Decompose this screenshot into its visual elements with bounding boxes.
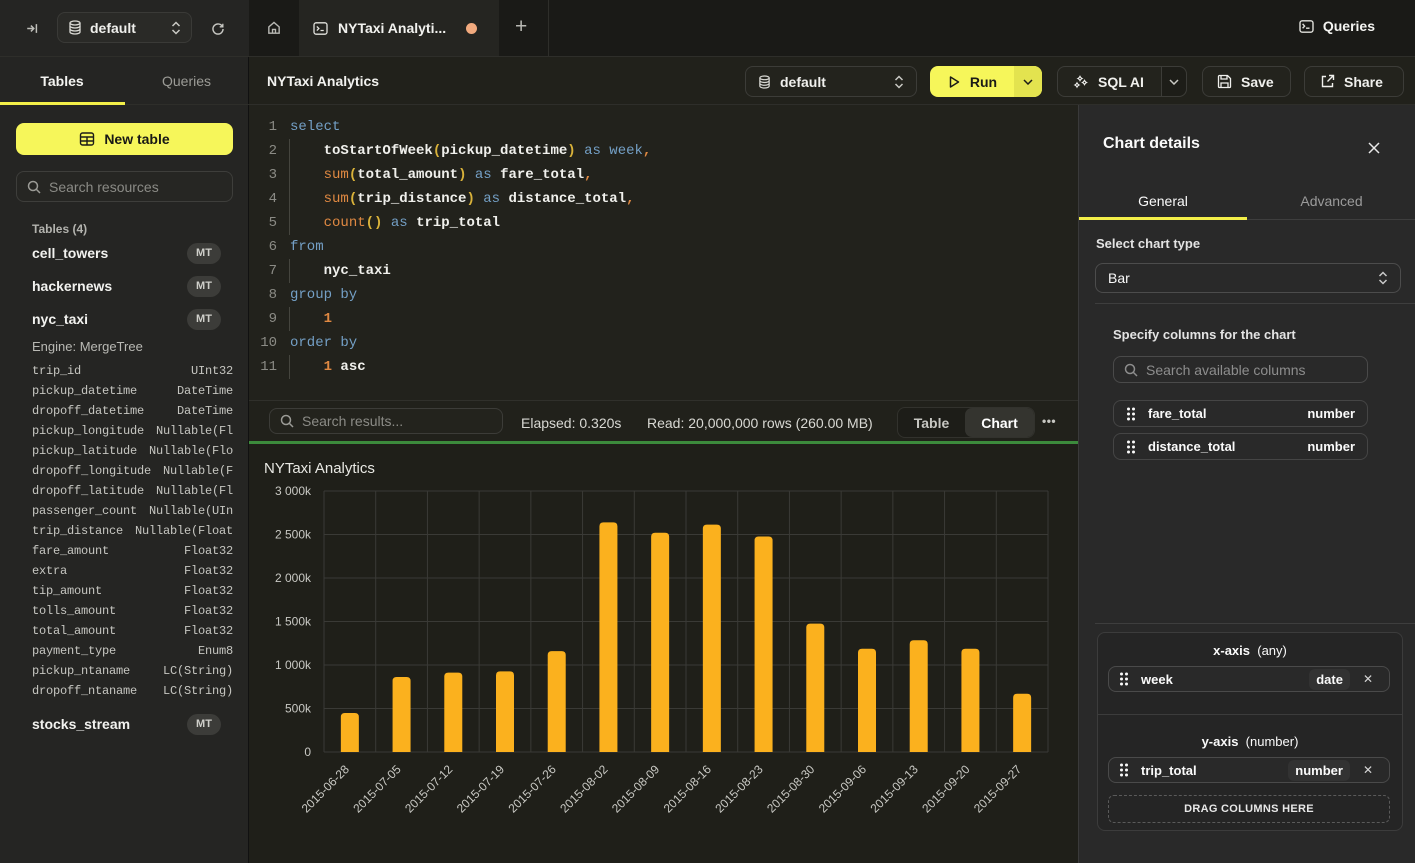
svg-text:2015-09-20: 2015-09-20: [919, 762, 973, 816]
svg-text:2015-07-26: 2015-07-26: [506, 762, 560, 816]
svg-text:1 500k: 1 500k: [275, 615, 312, 629]
svg-text:1 000k: 1 000k: [275, 658, 312, 672]
svg-text:2015-06-28: 2015-06-28: [299, 762, 353, 816]
svg-text:2015-09-27: 2015-09-27: [971, 762, 1025, 816]
svg-text:0: 0: [304, 745, 311, 759]
svg-text:2015-08-09: 2015-08-09: [609, 762, 663, 816]
svg-text:2 000k: 2 000k: [275, 571, 312, 585]
svg-text:2015-08-02: 2015-08-02: [557, 762, 611, 816]
svg-text:2015-08-30: 2015-08-30: [764, 762, 818, 816]
svg-text:3 000k: 3 000k: [275, 484, 312, 498]
svg-text:2015-08-16: 2015-08-16: [661, 762, 715, 816]
svg-text:500k: 500k: [285, 702, 312, 716]
svg-text:2015-08-23: 2015-08-23: [712, 762, 766, 816]
svg-text:2015-07-12: 2015-07-12: [402, 762, 456, 816]
svg-text:2015-07-19: 2015-07-19: [454, 762, 508, 816]
svg-text:2 500k: 2 500k: [275, 528, 312, 542]
svg-text:2015-07-05: 2015-07-05: [350, 762, 404, 816]
svg-text:2015-09-13: 2015-09-13: [868, 762, 922, 816]
svg-text:2015-09-06: 2015-09-06: [816, 762, 870, 816]
svg-text:NYTaxi Analytics: NYTaxi Analytics: [264, 460, 375, 477]
